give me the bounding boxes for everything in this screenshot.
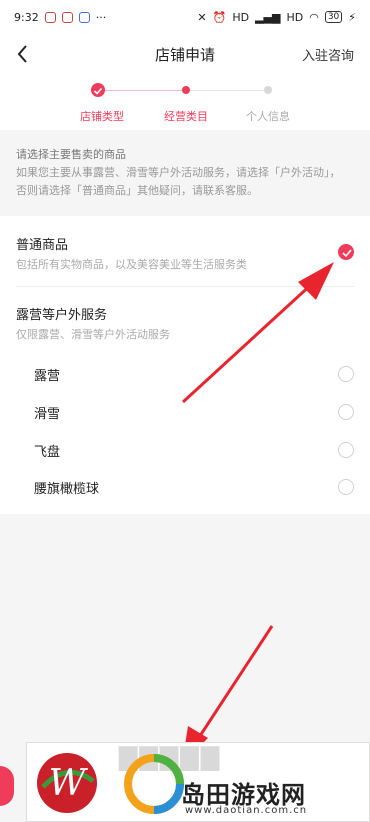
sub-option-frisbee-radio[interactable] [338, 442, 354, 458]
watermark-site-url: www.daotian.com.cn [185, 805, 308, 816]
charging-icon: ⚡ [348, 10, 356, 24]
progress-stepper: 店铺类型 经营类目 个人信息 [0, 74, 370, 130]
bottom-button-edge[interactable] [0, 766, 14, 806]
selection-hint: 请选择主要售卖的商品 如果您主要从事露营、滑雪等户外活动服务，请选择「户外活动」… [16, 146, 360, 200]
sub-option-camping-radio[interactable] [338, 366, 354, 382]
watermark: ▇▇▇▇▇ W 岛田游戏网 www.daotian.com.cn [26, 742, 370, 822]
watermark-w-logo-icon: W [37, 753, 97, 813]
sub-option-camping[interactable]: 露营 [34, 365, 60, 384]
hint-title: 请选择主要售卖的商品 [16, 148, 126, 161]
watermark-c-logo-icon [124, 754, 184, 814]
step-connector [190, 90, 268, 91]
status-bar: 9:32 ··· ✕ ⏰ HD ▂▄▆ HD ◠ 30 ⚡ [0, 0, 370, 34]
category-options: 普通商品 包括所有实物商品，以及美容美业等生活服务类 露营等户外服务 仅限露营、… [0, 216, 370, 514]
step-label-personal-info: 个人信息 [246, 110, 290, 123]
wifi-icon: ◠ [309, 10, 319, 24]
sub-option-flag-football[interactable]: 腰旗橄榄球 [34, 478, 99, 497]
signal-icon: ▂▄▆ [255, 10, 281, 24]
mute-icon: ✕ [197, 10, 207, 24]
option-outdoor-title: 露营等户外服务 [16, 308, 108, 323]
step-current-icon [182, 86, 190, 94]
sub-option-skiing[interactable]: 滑雪 [34, 403, 60, 422]
step-label-store-type: 店铺类型 [80, 110, 124, 123]
battery-icon: 30 [324, 11, 343, 23]
hint-line: 否则请选择「普通商品」其他疑问，请联系客服。 [16, 184, 258, 197]
app-notification-icon [44, 11, 56, 23]
divider [16, 286, 354, 287]
svg-text:W: W [48, 763, 88, 804]
shield-notification-icon [78, 11, 90, 23]
sub-option-flag-football-radio[interactable] [338, 479, 354, 495]
more-notifications-icon: ··· [95, 10, 107, 24]
back-icon[interactable] [10, 40, 38, 68]
step-connector [98, 90, 186, 91]
signal-label: HD [232, 10, 250, 24]
hint-line: 如果您主要从事露营、滑雪等户外活动服务，请选择「户外活动」， [16, 166, 341, 179]
step-todo-icon [264, 86, 272, 94]
status-time: 9:32 [14, 10, 39, 24]
step-label-category: 经营类目 [164, 110, 208, 123]
alarm-icon: ⏰ [212, 10, 227, 24]
sub-option-frisbee[interactable]: 飞盘 [34, 441, 60, 460]
page-title: 店铺申请 [154, 45, 215, 64]
option-outdoor-desc: 仅限露营、滑雪等户外活动服务 [16, 328, 170, 341]
sub-option-skiing-radio[interactable] [338, 404, 354, 420]
consult-link[interactable]: 入驻咨询 [302, 45, 354, 64]
app-notification-icon [61, 11, 73, 23]
nav-bar: 店铺申请 入驻咨询 [0, 34, 370, 74]
step-done-icon [91, 83, 105, 97]
option-general-desc: 包括所有实物商品，以及美容美业等生活服务类 [16, 258, 247, 271]
signal-label-2: HD [286, 10, 304, 24]
option-general-radio[interactable] [338, 244, 354, 260]
option-general-title[interactable]: 普通商品 [16, 234, 68, 253]
